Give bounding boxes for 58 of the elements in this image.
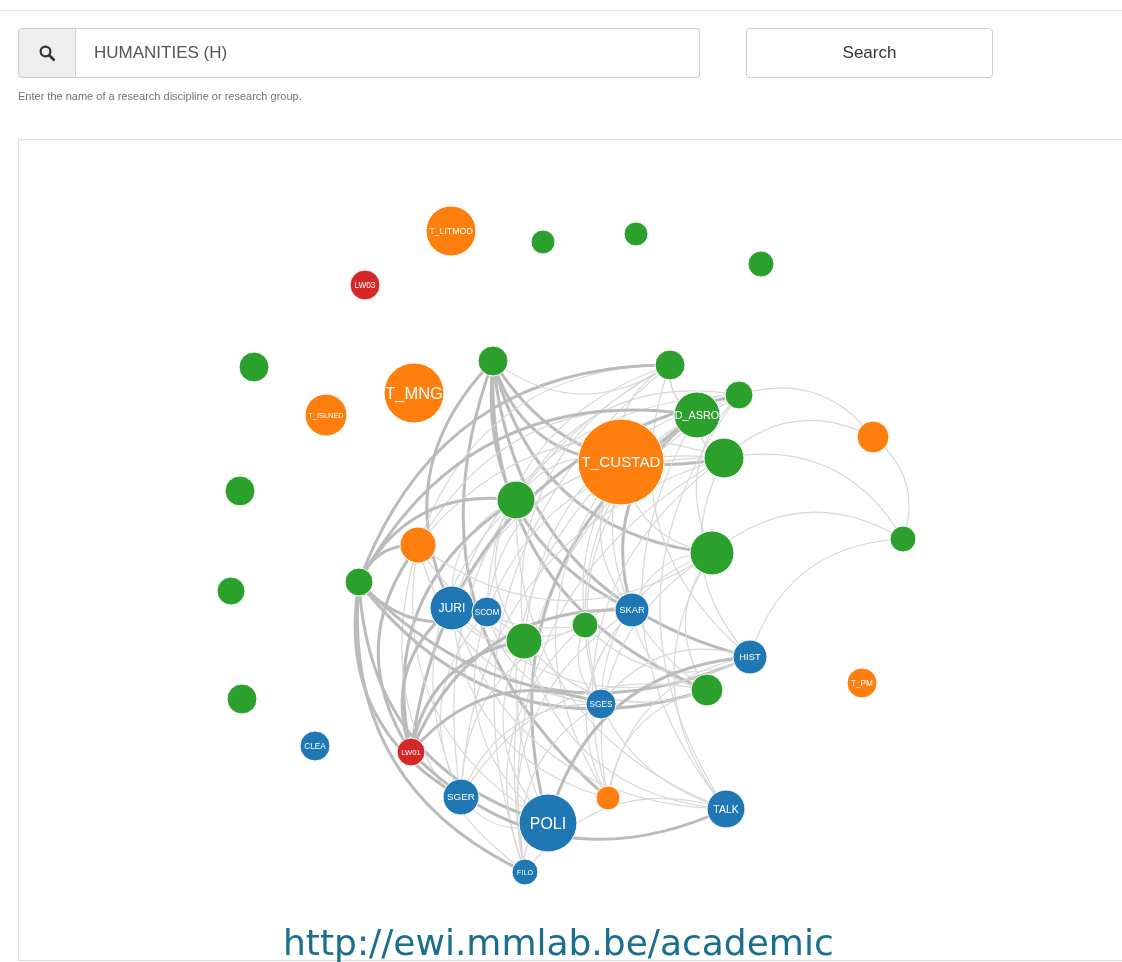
- search-field[interactable]: HUMANITIES (H): [76, 28, 700, 78]
- graph-node[interactable]: [585, 688, 617, 720]
- node-label: T_LITMOD: [429, 226, 473, 237]
- graph-node[interactable]: [732, 639, 768, 675]
- graph-node[interactable]: [216, 576, 246, 606]
- graph-node[interactable]: [471, 596, 503, 628]
- graph-node[interactable]: [383, 362, 445, 424]
- help-text: Enter the name of a research discipline or research group.: [18, 89, 303, 104]
- graph-node[interactable]: [571, 611, 599, 639]
- graph-node[interactable]: [706, 789, 746, 829]
- node-label: SGER: [447, 791, 475, 803]
- node-label: D_ASRO: [674, 408, 720, 421]
- graph-node[interactable]: [577, 418, 665, 506]
- graph-node[interactable]: [595, 785, 621, 811]
- graph-node[interactable]: [623, 221, 649, 247]
- graph-node[interactable]: [530, 229, 556, 255]
- graph-node[interactable]: [299, 730, 331, 762]
- graph-node[interactable]: [511, 858, 539, 886]
- node-label: T_MNG: [385, 383, 443, 402]
- node-label: TALK: [713, 803, 739, 815]
- graph-node[interactable]: [477, 345, 509, 377]
- graph-node[interactable]: [690, 673, 724, 707]
- graph-node[interactable]: [399, 526, 437, 564]
- graph-node[interactable]: [724, 380, 754, 410]
- graph-node[interactable]: [673, 391, 721, 439]
- graph-node[interactable]: [224, 475, 256, 507]
- node-label: CLEA: [304, 741, 326, 751]
- graph-node[interactable]: [442, 778, 480, 816]
- graph-node[interactable]: [518, 793, 578, 853]
- node-label: T_PM: [851, 678, 873, 688]
- node-label: SKAR: [619, 605, 645, 616]
- node-label: POLI: [529, 814, 567, 832]
- graph-node[interactable]: [846, 667, 878, 699]
- graph-node[interactable]: [349, 269, 381, 301]
- search-button[interactable]: Search: [746, 28, 993, 78]
- node-label: LW03: [354, 280, 376, 290]
- node-label: T_CUSTAD: [581, 453, 661, 471]
- graph-node[interactable]: [396, 737, 426, 767]
- node-label: SGES: [589, 699, 613, 709]
- graph-node[interactable]: [425, 205, 477, 257]
- graph-node[interactable]: [614, 592, 650, 628]
- graph-node[interactable]: [344, 567, 374, 597]
- node-label: SCOM: [474, 607, 500, 617]
- graph-node[interactable]: [505, 622, 543, 660]
- graph-node[interactable]: [238, 351, 270, 383]
- graph-node[interactable]: [689, 530, 735, 576]
- graph-node[interactable]: [889, 525, 917, 553]
- search-icon: [38, 44, 56, 62]
- graph-node[interactable]: [703, 437, 745, 479]
- graph-node[interactable]: [654, 349, 686, 381]
- graph-node[interactable]: [496, 480, 536, 520]
- node-label: HIST: [739, 652, 761, 663]
- graph-node[interactable]: [856, 420, 890, 454]
- graph-node[interactable]: [304, 393, 348, 437]
- graph-node[interactable]: [747, 250, 775, 278]
- graph-node[interactable]: [226, 683, 258, 715]
- node-label: JURI: [438, 601, 466, 616]
- graph-node[interactable]: [429, 585, 475, 631]
